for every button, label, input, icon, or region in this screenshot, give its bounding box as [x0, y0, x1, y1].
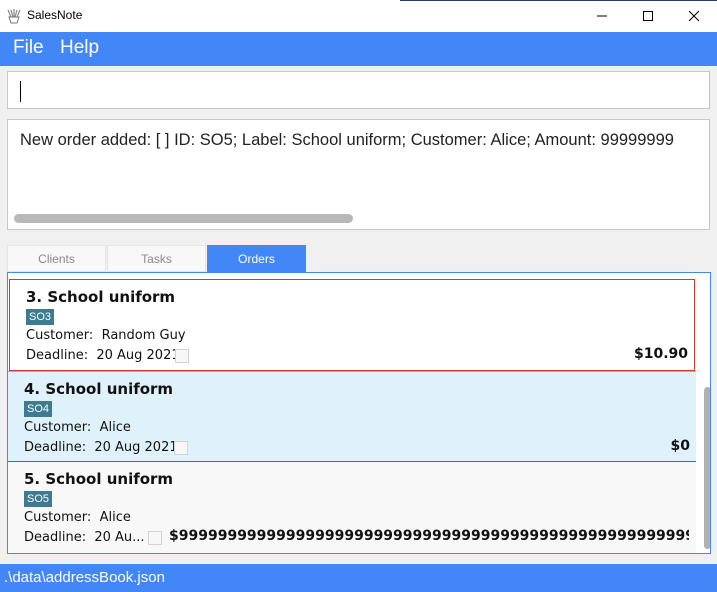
- menu-bar: File Help: [0, 32, 717, 66]
- status-bar: .\data\addressBook.json: [0, 564, 717, 592]
- minimize-button[interactable]: [579, 0, 625, 32]
- order-done-checkbox[interactable]: [148, 531, 162, 545]
- tab-tasks[interactable]: Tasks: [107, 245, 206, 272]
- deadline-label: Deadline:: [26, 348, 89, 363]
- order-customer: Customer: Alice: [24, 420, 131, 435]
- text-caret: [20, 81, 21, 102]
- order-done-checkbox[interactable]: [174, 441, 188, 455]
- deadline-date: 20 Aug 2021: [94, 440, 178, 455]
- deadline-date: 20 Aug 2021: [96, 348, 180, 363]
- vertical-scrollbar-thumb[interactable]: [704, 387, 710, 549]
- close-icon: [688, 10, 700, 22]
- deadline-label: Deadline:: [24, 440, 87, 455]
- deadline-date: 20 Au...: [94, 530, 145, 545]
- order-card[interactable]: 4. School uniform SO4 Customer: Alice De…: [8, 371, 696, 462]
- order-title: 4. School uniform: [24, 380, 174, 398]
- tab-clients[interactable]: Clients: [7, 245, 106, 272]
- order-card[interactable]: 5. School uniform SO5 Customer: Alice De…: [8, 462, 696, 553]
- order-customer: Customer: Random Guy: [26, 328, 186, 343]
- order-title: 5. School uniform: [24, 470, 174, 488]
- order-title: 3. School uniform: [26, 288, 176, 306]
- tab-orders[interactable]: Orders: [207, 245, 306, 272]
- customer-label: Customer:: [26, 328, 94, 343]
- order-id-badge: SO3: [26, 309, 55, 325]
- order-done-checkbox[interactable]: [175, 349, 189, 363]
- order-id-badge: SO4: [24, 401, 53, 417]
- order-list: 3. School uniform SO3 Customer: Random G…: [7, 272, 711, 554]
- order-id-badge: SO5: [24, 491, 53, 507]
- minimize-icon: [596, 10, 608, 22]
- customer-name: Alice: [99, 510, 131, 525]
- title-bar: SalesNote: [0, 0, 717, 32]
- order-deadline: Deadline: 20 Aug 2021: [24, 440, 178, 455]
- result-message: New order added: [ ] ID: SO5; Label: Sch…: [20, 131, 674, 149]
- command-box[interactable]: [7, 71, 710, 109]
- horizontal-scrollbar[interactable]: [14, 214, 353, 223]
- order-card[interactable]: 3. School uniform SO3 Customer: Random G…: [9, 279, 695, 371]
- menu-help[interactable]: Help: [60, 37, 99, 59]
- order-amount: $10.90: [633, 346, 688, 362]
- deadline-label: Deadline:: [24, 530, 87, 545]
- order-deadline: Deadline: 20 Au...: [24, 530, 145, 545]
- order-customer: Customer: Alice: [24, 510, 131, 525]
- customer-label: Customer:: [24, 420, 92, 435]
- maximize-button[interactable]: [625, 0, 671, 32]
- window-title: SalesNote: [27, 8, 83, 22]
- menu-file[interactable]: File: [13, 37, 44, 59]
- customer-name: Alice: [99, 420, 131, 435]
- data-file-path: .\data\addressBook.json: [4, 569, 165, 586]
- order-amount: $999999999999999999999999999999999999999…: [169, 528, 689, 544]
- order-amount: $0: [670, 438, 690, 454]
- customer-label: Customer:: [24, 510, 92, 525]
- app-logo-icon: [6, 8, 22, 24]
- close-button[interactable]: [671, 0, 717, 32]
- order-deadline: Deadline: 20 Aug 2021: [26, 348, 180, 363]
- result-display: New order added: [ ] ID: SO5; Label: Sch…: [7, 119, 710, 230]
- customer-name: Random Guy: [101, 328, 186, 343]
- command-input[interactable]: [16, 72, 710, 108]
- maximize-icon: [642, 10, 654, 22]
